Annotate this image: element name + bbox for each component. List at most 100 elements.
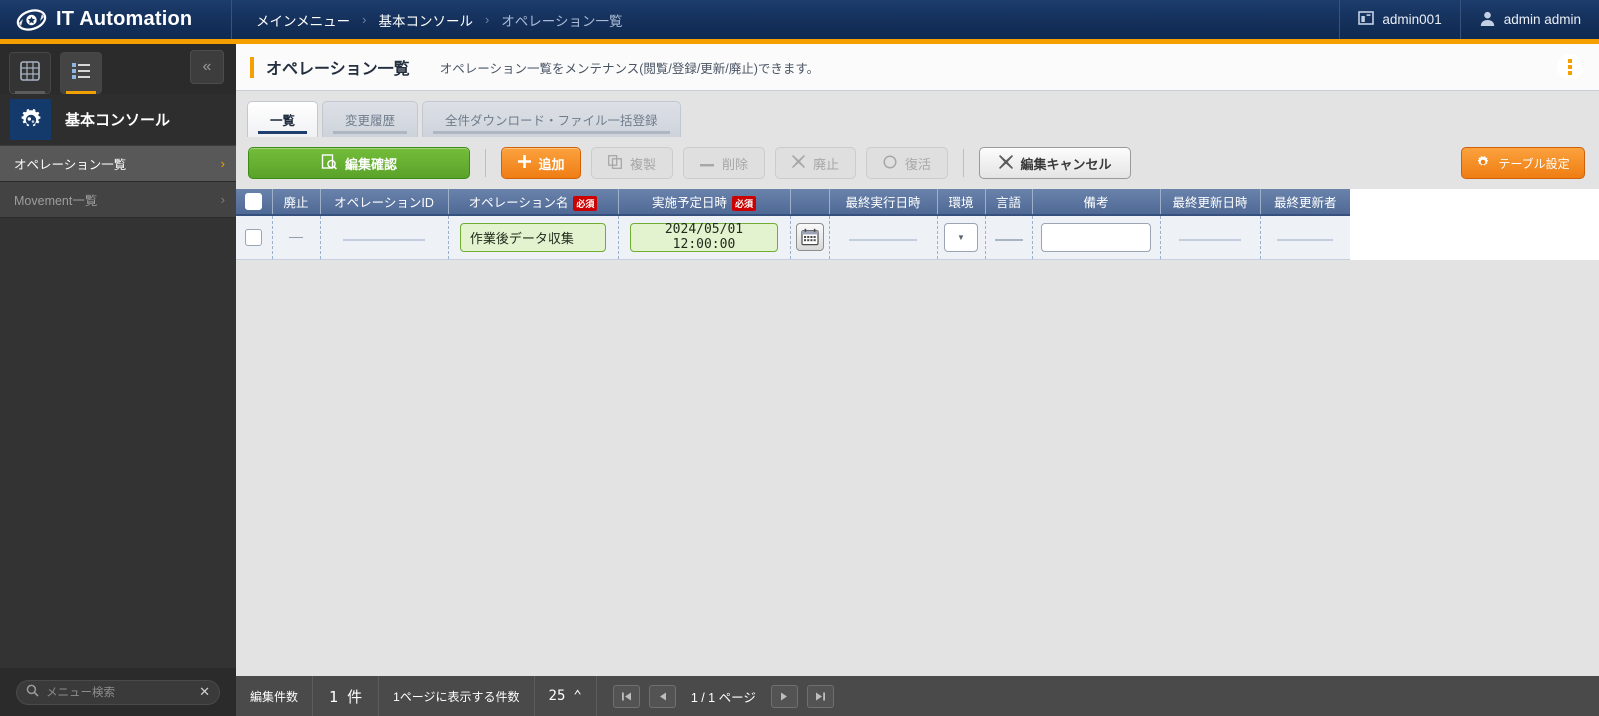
header-discard[interactable]: 廃止 xyxy=(272,189,320,215)
cell-scheduled-datetime[interactable]: 2024/05/01 12:00:00 xyxy=(618,215,790,259)
chevron-up-icon: ⌃ xyxy=(573,688,581,704)
sidebar-collapse-button[interactable]: « xyxy=(190,50,224,84)
table-settings-button[interactable]: テーブル設定 xyxy=(1461,147,1585,179)
header-select-all[interactable] xyxy=(236,189,272,215)
user-chip[interactable]: admin admin xyxy=(1460,0,1599,39)
header-scheduled-datetime[interactable]: 実施予定日時必須 xyxy=(618,189,790,215)
header-label: 実施予定日時 xyxy=(652,196,727,210)
header-remarks[interactable]: 備考 xyxy=(1032,189,1160,215)
more-vertical-icon[interactable] xyxy=(1557,54,1583,80)
sidebar-console-header: 基本コンソール xyxy=(0,94,236,146)
last-page-icon[interactable] xyxy=(807,685,834,708)
chevron-right-icon: › xyxy=(221,192,225,207)
required-badge: 必須 xyxy=(732,196,756,211)
add-label: 追加 xyxy=(539,154,565,173)
next-page-icon[interactable] xyxy=(771,685,798,708)
title-accent-bar xyxy=(250,57,254,78)
tab-label: 変更履歴 xyxy=(345,110,395,129)
page-title: オペレーション一覧 xyxy=(266,55,410,79)
header-last-update[interactable]: 最終更新日時 xyxy=(1160,189,1260,215)
delete-label: 削除 xyxy=(722,154,748,173)
delete-button: 削除 xyxy=(683,147,765,179)
page-header: オペレーション一覧 オペレーション一覧をメンテナンス(閲覧/登録/更新/廃止)で… xyxy=(236,44,1599,91)
tab-change-history[interactable]: 変更履歴 xyxy=(322,101,418,137)
header-label: 最終更新者 xyxy=(1274,196,1337,210)
table-header-row: 廃止 オペレーションID オペレーション名必須 実施予定日時必須 最終実行日時 … xyxy=(236,189,1350,215)
row-checkbox[interactable] xyxy=(245,229,262,246)
tab-strip: 一覧 変更履歴 全件ダウンロード・ファイル一括登録 xyxy=(236,91,1599,137)
header-last-updater[interactable]: 最終更新者 xyxy=(1260,189,1350,215)
cell-environment[interactable]: ▼ xyxy=(937,215,985,259)
cancel-edit-label: 編集キャンセル xyxy=(1021,154,1112,173)
org-chip[interactable]: admin001 xyxy=(1339,0,1459,39)
select-all-checkbox[interactable] xyxy=(245,193,262,210)
header-last-run[interactable]: 最終実行日時 xyxy=(829,189,937,215)
discard-button: 廃止 xyxy=(775,147,856,179)
sidebar-item-movement-list[interactable]: Movement一覧 › xyxy=(0,182,236,218)
sidebar-item-operation-list[interactable]: オペレーション一覧 › xyxy=(0,146,236,182)
breadcrumb-item-main-menu[interactable]: メインメニュー xyxy=(256,10,350,30)
circle-icon xyxy=(883,155,897,172)
tab-underline xyxy=(258,131,307,134)
toolbar-divider xyxy=(485,149,486,177)
header-label: オペレーション名 xyxy=(469,196,569,210)
tab-bulk-download-upload[interactable]: 全件ダウンロード・ファイル一括登録 xyxy=(422,101,681,137)
empty-placeholder-line xyxy=(1277,239,1333,241)
tab-list[interactable]: 一覧 xyxy=(247,101,318,137)
tab-underline xyxy=(333,131,407,134)
cell-language xyxy=(985,215,1032,259)
sidebar: « 基本コンソール オペレーション一覧 › Movement一覧 › メニュー検… xyxy=(0,44,236,716)
user-chip-label: admin admin xyxy=(1504,12,1581,27)
add-button[interactable]: 追加 xyxy=(501,147,581,179)
operation-name-input[interactable]: 作業後データ収集 xyxy=(460,223,606,252)
sidebar-search: メニュー検索 ✕ xyxy=(0,668,236,716)
per-page-select[interactable]: 25 ⌃ xyxy=(535,676,597,716)
cell-operation-name[interactable]: 作業後データ収集 xyxy=(448,215,618,259)
menu-search-input[interactable]: メニュー検索 ✕ xyxy=(16,680,220,705)
list-icon xyxy=(70,61,92,86)
confirm-edit-button[interactable]: 編集確認 xyxy=(248,147,470,179)
close-x-icon xyxy=(792,155,805,171)
breadcrumb-item-operation-list: オペレーション一覧 xyxy=(501,10,622,30)
restore-label: 復活 xyxy=(905,154,931,173)
prev-page-icon[interactable] xyxy=(649,685,676,708)
gear-icon xyxy=(1476,155,1490,172)
breadcrumb-separator-icon: › xyxy=(485,12,489,27)
required-badge: 必須 xyxy=(573,196,597,211)
header-language[interactable]: 言語 xyxy=(985,189,1032,215)
first-page-icon[interactable] xyxy=(613,685,640,708)
brand-logo-area[interactable]: IT Automation xyxy=(0,0,232,39)
cancel-edit-button[interactable]: 編集キャンセル xyxy=(979,147,1131,179)
sidebar-tab-grid[interactable] xyxy=(9,52,51,94)
table-settings-label: テーブル設定 xyxy=(1498,155,1569,172)
brand-title: IT Automation xyxy=(56,8,192,31)
header-operation-name[interactable]: オペレーション名必須 xyxy=(448,189,618,215)
discard-value: — xyxy=(289,228,303,244)
operation-table: 廃止 オペレーションID オペレーション名必須 実施予定日時必須 最終実行日時 … xyxy=(236,189,1350,260)
header-label: 環境 xyxy=(948,196,973,210)
close-x-icon xyxy=(999,155,1013,172)
confirm-edit-label: 編集確認 xyxy=(345,154,397,173)
main-content: オペレーション一覧 オペレーション一覧をメンテナンス(閲覧/登録/更新/廃止)で… xyxy=(236,44,1599,716)
breadcrumb: メインメニュー › 基本コンソール › オペレーション一覧 xyxy=(232,0,1339,39)
scheduled-datetime-input[interactable]: 2024/05/01 12:00:00 xyxy=(630,223,778,252)
calendar-icon[interactable] xyxy=(796,223,824,251)
cell-calendar-button[interactable] xyxy=(790,215,829,259)
breadcrumb-item-basic-console[interactable]: 基本コンソール xyxy=(378,10,473,30)
remarks-input[interactable] xyxy=(1041,223,1151,252)
page-indicator: 1 / 1 ページ xyxy=(685,687,762,706)
tab-underline xyxy=(433,131,670,134)
cell-remarks[interactable] xyxy=(1032,215,1160,259)
action-toolbar: 編集確認 追加 複製 削除 廃止 xyxy=(236,137,1599,189)
clear-search-icon[interactable]: ✕ xyxy=(199,684,210,700)
sidebar-tab-list-underline xyxy=(66,91,96,94)
sidebar-tab-list[interactable] xyxy=(60,52,102,94)
environment-select[interactable]: ▼ xyxy=(944,223,978,252)
table-row: — 作業後データ収集 2024/05/01 12:00:00 xyxy=(236,215,1350,259)
header-operation-id[interactable]: オペレーションID xyxy=(320,189,448,215)
header-label: 備考 xyxy=(1083,196,1108,210)
chevron-down-icon: ▼ xyxy=(957,233,965,242)
edit-count-value: 1 件 xyxy=(313,676,379,716)
cell-row-select[interactable] xyxy=(236,215,272,259)
header-environment[interactable]: 環境 xyxy=(937,189,985,215)
